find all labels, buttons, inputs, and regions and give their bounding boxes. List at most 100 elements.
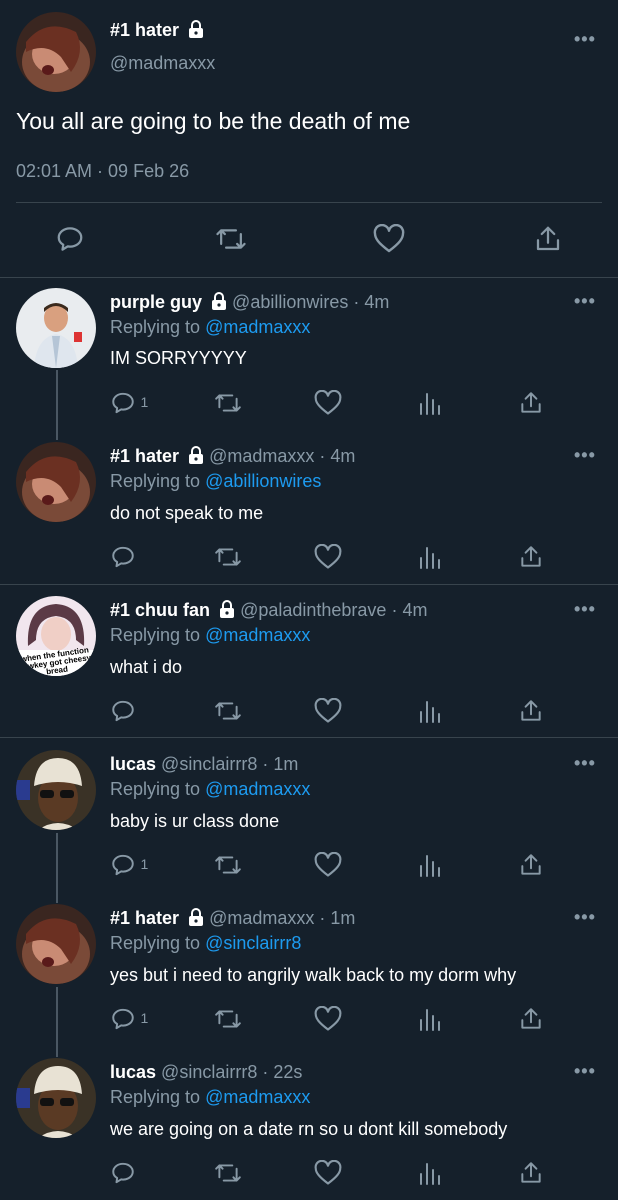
retweet-icon[interactable] [214, 544, 242, 575]
thread-line [56, 987, 58, 1057]
more-options-icon[interactable]: ••• [574, 30, 596, 48]
more-options-icon[interactable]: ••• [574, 908, 596, 926]
lock-icon [188, 908, 204, 931]
handle[interactable]: @madmaxxx [110, 53, 215, 74]
reply-icon[interactable] [110, 1160, 136, 1191]
share-icon[interactable] [518, 1160, 544, 1191]
handle[interactable]: @madmaxxx [209, 908, 314, 928]
replying-to-link[interactable]: @sinclairrr8 [205, 933, 301, 953]
avatar[interactable] [16, 750, 96, 830]
lock-icon [188, 446, 204, 469]
timestamp: 02:01 AM · 09 Feb 26 [16, 161, 190, 181]
retweet-icon[interactable] [214, 1006, 242, 1037]
analytics-icon[interactable] [417, 390, 441, 421]
reply-count: 1 [140, 856, 149, 873]
like-icon[interactable] [314, 389, 342, 421]
more-options-icon[interactable]: ••• [574, 292, 596, 310]
lock-icon [211, 292, 227, 315]
handle[interactable]: @sinclairrr8 [161, 754, 257, 774]
more-options-icon[interactable]: ••• [574, 446, 596, 464]
retweet-icon[interactable] [215, 224, 247, 259]
more-options-icon[interactable]: ••• [574, 754, 596, 772]
replying-to-link[interactable]: @madmaxxx [205, 779, 310, 799]
display-name[interactable]: #1 chuu fan [110, 600, 210, 620]
more-options-icon[interactable]: ••• [574, 1062, 596, 1080]
divider [0, 737, 618, 738]
share-icon[interactable] [518, 698, 544, 729]
replying-to-label: Replying to [110, 779, 201, 799]
like-icon[interactable] [314, 851, 342, 883]
share-icon[interactable] [518, 852, 544, 883]
avatar[interactable] [16, 442, 96, 522]
avatar[interactable]: when the function lowkey got cheesy brea… [16, 596, 96, 676]
avatar[interactable] [16, 12, 96, 92]
replying-to-link[interactable]: @madmaxxx [205, 317, 310, 337]
share-icon[interactable] [518, 544, 544, 575]
display-name[interactable]: purple guy [110, 292, 202, 312]
tweet-text: IM SORRYYYYY [110, 348, 247, 368]
tweet-text: yes but i need to angrily walk back to m… [110, 965, 517, 985]
display-name[interactable]: #1 hater [110, 446, 179, 466]
lock-icon [188, 20, 204, 43]
analytics-icon[interactable] [417, 852, 441, 883]
display-name[interactable]: lucas [110, 754, 156, 774]
analytics-icon[interactable] [417, 1006, 441, 1037]
like-icon[interactable] [314, 1005, 342, 1037]
display-name[interactable]: #1 hater [110, 20, 179, 40]
retweet-icon[interactable] [214, 1160, 242, 1191]
reply-icon [112, 854, 134, 876]
display-name[interactable]: #1 hater [110, 908, 179, 928]
tweet-text: You all are going to be the death of me [16, 108, 411, 134]
time: · 1m [319, 908, 356, 928]
reply-icon [112, 392, 134, 414]
like-icon[interactable] [314, 1159, 342, 1191]
like-icon[interactable] [314, 697, 342, 729]
time: · 4m [391, 600, 428, 620]
divider [0, 277, 618, 278]
divider [16, 202, 602, 203]
tweet-text: baby is ur class done [110, 811, 280, 831]
reply-icon[interactable] [110, 698, 136, 729]
avatar[interactable] [16, 904, 96, 984]
reply-icon[interactable] [110, 544, 136, 575]
handle[interactable]: @abillionwires [232, 292, 348, 312]
reply-count: 1 [140, 394, 149, 411]
thread-line [56, 833, 58, 903]
replying-to-link[interactable]: @madmaxxx [205, 1087, 310, 1107]
analytics-icon[interactable] [417, 1160, 441, 1191]
reply-button[interactable]: 1 [110, 390, 148, 416]
retweet-icon[interactable] [214, 390, 242, 421]
share-icon[interactable] [518, 1006, 544, 1037]
replying-to-link[interactable]: @abillionwires [205, 471, 321, 491]
thread-line [56, 370, 58, 440]
time: · 4m [319, 446, 356, 466]
like-icon[interactable] [314, 543, 342, 575]
analytics-icon[interactable] [417, 544, 441, 575]
reply-count: 1 [140, 1010, 149, 1027]
tweet-text: we are going on a date rn so u dont kill… [110, 1119, 508, 1139]
avatar[interactable] [16, 1058, 96, 1138]
share-icon[interactable] [533, 224, 563, 259]
share-icon[interactable] [518, 390, 544, 421]
handle[interactable]: @sinclairrr8 [161, 1062, 257, 1082]
replying-to-label: Replying to [110, 1087, 201, 1107]
display-name[interactable]: lucas [110, 1062, 156, 1082]
handle[interactable]: @paladinthebrave [240, 600, 386, 620]
handle[interactable]: @madmaxxx [209, 446, 314, 466]
more-options-icon[interactable]: ••• [574, 600, 596, 618]
reply-icon [112, 1008, 134, 1030]
replying-to-label: Replying to [110, 317, 201, 337]
retweet-icon[interactable] [214, 852, 242, 883]
reply-button[interactable]: 1 [110, 1006, 148, 1032]
analytics-icon[interactable] [417, 698, 441, 729]
avatar[interactable] [16, 288, 96, 368]
reply-button[interactable]: 1 [110, 852, 148, 878]
replying-to-label: Replying to [110, 933, 201, 953]
reply-icon[interactable] [55, 224, 85, 259]
tweet-text: do not speak to me [110, 503, 264, 523]
replying-to-link[interactable]: @madmaxxx [205, 625, 310, 645]
like-icon[interactable] [373, 223, 405, 259]
lock-icon [219, 600, 235, 623]
tweet-text: what i do [110, 657, 183, 677]
retweet-icon[interactable] [214, 698, 242, 729]
